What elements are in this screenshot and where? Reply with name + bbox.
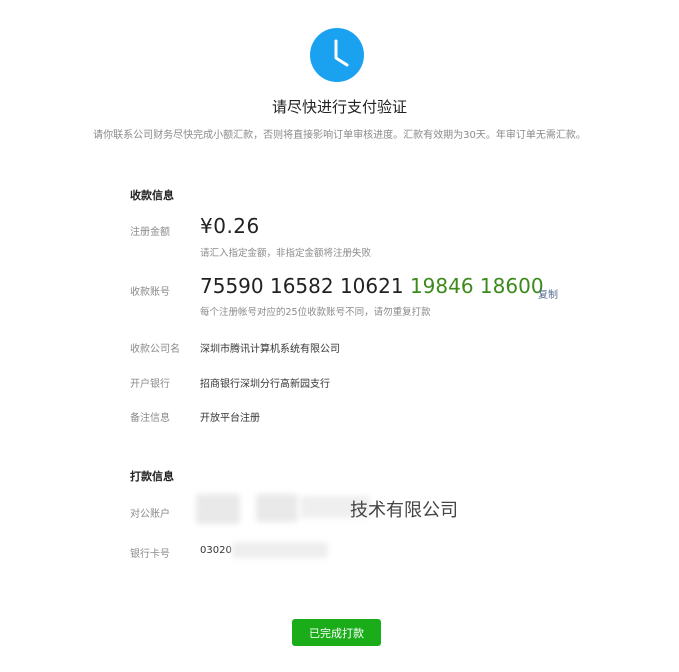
notice-text: 请你联系公司财务尽快完成小额汇款，否则将直接影响订单审核进度。汇款有效期为30天… <box>93 130 586 141</box>
remark-value: 开放平台注册 <box>200 413 260 424</box>
card-label: 银行卡号 <box>130 549 170 560</box>
clock-icon <box>310 28 364 82</box>
remark-label: 备注信息 <box>130 413 170 424</box>
bank-label: 开户银行 <box>130 379 170 390</box>
amount-hint: 请汇入指定金额，非指定金额将注册失败 <box>200 248 372 259</box>
page-title: 请尽快进行支付验证 <box>271 98 407 116</box>
redacted-blur <box>232 542 328 558</box>
redacted-blur <box>256 494 298 522</box>
account-number-part2: 19846 18600 <box>409 274 544 298</box>
corp-account-value: 技术有限公司 <box>350 500 458 521</box>
company-label: 收款公司名 <box>130 344 180 355</box>
corp-account-label: 对公账户 <box>130 509 170 520</box>
copy-account-link[interactable]: 复制 <box>538 286 558 301</box>
account-number-part1: 75590 16582 10621 <box>200 274 404 298</box>
card-number-visible: 03020 <box>200 545 232 556</box>
amount-label: 注册金额 <box>130 227 170 238</box>
account-label: 收款账号 <box>130 287 170 298</box>
company-value: 深圳市腾讯计算机系统有限公司 <box>200 344 340 355</box>
payment-done-button[interactable]: 已完成打款 <box>292 619 381 646</box>
bank-value: 招商银行深圳分行高新园支行 <box>200 379 330 390</box>
amount-value: ¥0.26 <box>200 214 260 238</box>
redacted-blur <box>196 494 240 524</box>
paying-info-title: 打款信息 <box>130 470 174 483</box>
account-number: 75590 16582 10621 19846 18600 <box>200 274 544 298</box>
account-hint: 每个注册帐号对应的25位收款账号不同，请勿重复打款 <box>200 307 431 318</box>
payment-verification-page: 请尽快进行支付验证 请你联系公司财务尽快完成小额汇款，否则将直接影响订单审核进度… <box>0 0 679 672</box>
receiving-info-title: 收款信息 <box>130 189 174 202</box>
